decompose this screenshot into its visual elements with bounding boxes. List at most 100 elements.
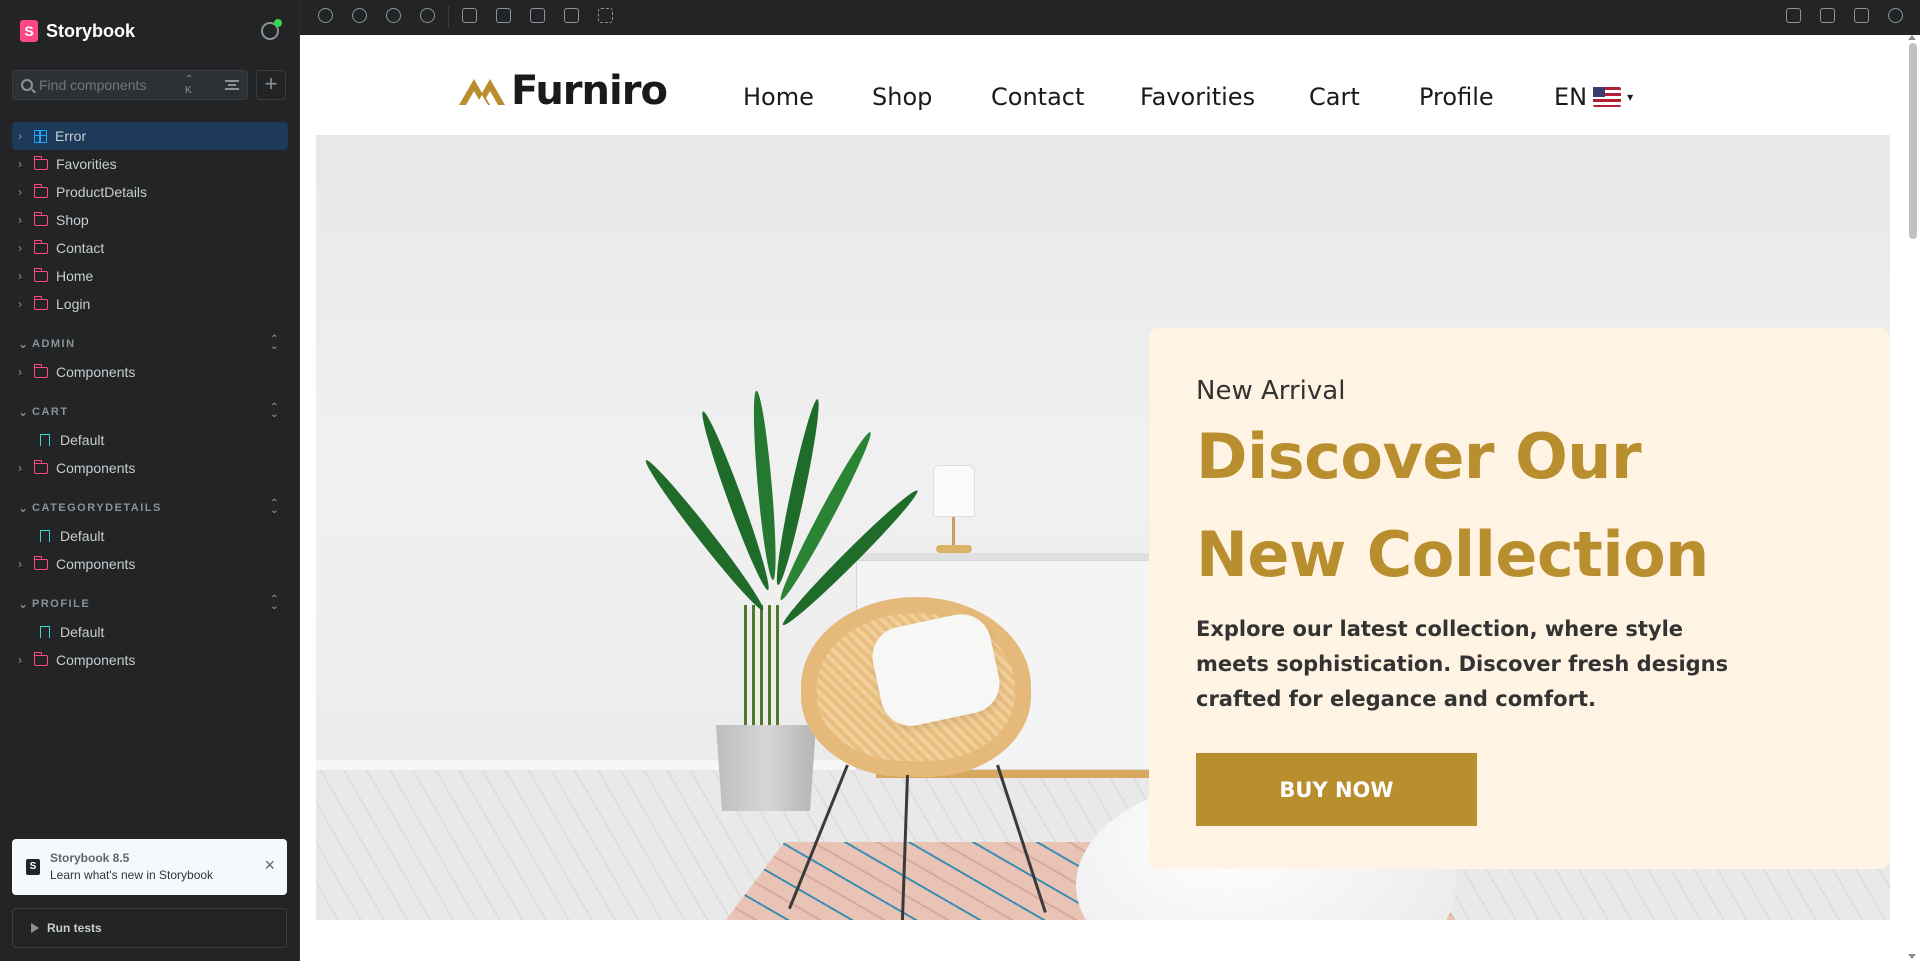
language-selector[interactable]: EN ▾ (1554, 83, 1633, 111)
tree-item-contact[interactable]: › Contact (12, 234, 288, 262)
nav-contact[interactable]: Contact (991, 83, 1084, 111)
zoom-reset-icon[interactable] (420, 8, 435, 23)
copy-link-icon[interactable] (1888, 8, 1903, 23)
tree-item-profile-components[interactable]: › Components (12, 646, 288, 674)
tree-item-shop[interactable]: › Shop (12, 206, 288, 234)
preview-scrollbar[interactable] (1906, 35, 1920, 961)
tree-item-categorydetails-default[interactable]: Default (12, 522, 288, 550)
scroll-down-icon[interactable] (1908, 954, 1916, 959)
tree-item-login[interactable]: › Login (12, 290, 288, 318)
grid-icon[interactable] (496, 8, 511, 23)
section-header-cart[interactable]: ⌄ CART ⌃ ⌄ (12, 398, 288, 426)
storybook-brand[interactable]: S Storybook (20, 20, 135, 42)
hero-card: New Arrival Discover Our New Collection … (1149, 328, 1890, 869)
folder-icon (34, 211, 48, 226)
tree-item-cart-default[interactable]: Default (12, 426, 288, 454)
bookmark-icon (40, 529, 50, 543)
viewport-icon[interactable] (530, 8, 545, 23)
chevron-right-icon[interactable]: › (18, 213, 32, 227)
lamp-stem-decor (952, 517, 955, 547)
search-input[interactable] (39, 77, 179, 93)
chevron-right-icon[interactable]: › (18, 241, 32, 255)
tree-item-label: Home (56, 268, 94, 284)
hero-title-line-2: New Collection (1196, 518, 1709, 591)
folder-icon (34, 267, 48, 282)
chevron-right-icon[interactable]: › (18, 557, 32, 571)
chevron-right-icon[interactable]: › (18, 185, 32, 199)
chevron-right-icon[interactable]: › (18, 157, 32, 171)
outline-icon[interactable] (598, 8, 613, 23)
chevron-right-icon[interactable]: › (18, 461, 32, 475)
tree-item-productdetails[interactable]: › ProductDetails (12, 178, 288, 206)
preview-canvas: Furniro Home Shop Contact Favorities Car… (300, 35, 1920, 961)
tree-item-admin-components[interactable]: › Components (12, 358, 288, 386)
expand-collapse-icon[interactable]: ⌃ ⌄ (270, 499, 280, 516)
tree-item-label: Contact (56, 240, 105, 256)
sidebar: S Storybook ⌃ K + › Error › Favorities ›… (0, 0, 300, 961)
tree-item-label: Error (55, 128, 87, 144)
tree-item-label: Login (56, 296, 91, 312)
chevron-right-icon[interactable]: › (18, 365, 32, 379)
close-icon[interactable]: × (264, 855, 275, 876)
tree-item-home[interactable]: › Home (12, 262, 288, 290)
section-header-categorydetails[interactable]: ⌄ CATEGORYDETAILS ⌃ ⌄ (12, 494, 288, 522)
plant-pot-decor (716, 725, 816, 811)
tree-item-error[interactable]: › Error (12, 122, 288, 150)
nav-favorities[interactable]: Favorities (1140, 83, 1255, 111)
bookmark-icon (40, 625, 50, 639)
nav-cart[interactable]: Cart (1309, 83, 1360, 111)
measure-icon[interactable] (564, 8, 579, 23)
component-icon (34, 129, 47, 143)
background-icon[interactable] (462, 8, 477, 23)
nav-profile[interactable]: Profile (1419, 83, 1494, 111)
scroll-thumb[interactable] (1909, 43, 1917, 239)
storybook-logo-icon: S (20, 20, 38, 42)
tree-item-favorities[interactable]: › Favorities (12, 150, 288, 178)
scroll-up-icon[interactable] (1908, 35, 1916, 40)
chevron-down-icon: ⌄ (18, 337, 30, 351)
expand-collapse-icon[interactable]: ⌃ ⌄ (270, 335, 280, 352)
open-new-tab-icon[interactable] (1854, 8, 1869, 23)
fullscreen-icon[interactable] (1820, 8, 1835, 23)
zoom-out-icon[interactable] (386, 8, 401, 23)
search-box[interactable]: ⌃ K (12, 70, 248, 100)
folder-icon (34, 651, 48, 666)
storybook-icon: S (26, 859, 40, 875)
lamp-shade-decor (933, 465, 975, 517)
section-header-admin[interactable]: ⌄ ADMIN ⌃ ⌄ (12, 330, 288, 358)
folder-icon (34, 183, 48, 198)
whats-new-notification[interactable]: S Storybook 8.5 Learn what's new in Stor… (12, 839, 287, 895)
zoom-in-icon[interactable] (352, 8, 367, 23)
folder-icon (34, 295, 48, 310)
reload-icon[interactable] (318, 8, 333, 23)
tree-item-label: Components (56, 460, 136, 476)
hero-description: Explore our latest collection, where sty… (1196, 617, 1729, 711)
lamp-base-decor (936, 545, 972, 553)
addons-panel-icon[interactable] (1786, 8, 1801, 23)
chevron-right-icon[interactable]: › (18, 653, 32, 667)
settings-icon[interactable] (261, 19, 282, 40)
tree-item-label: Components (56, 364, 136, 380)
section-title: CATEGORYDETAILS (32, 502, 162, 514)
tree-item-label: Default (60, 432, 105, 448)
nav-shop[interactable]: Shop (872, 83, 932, 111)
buy-now-button[interactable]: BUY NOW (1196, 753, 1477, 826)
furniro-logo[interactable]: Furniro (457, 68, 668, 114)
tree-item-categorydetails-components[interactable]: › Components (12, 550, 288, 578)
run-tests-button[interactable]: Run tests (12, 908, 287, 948)
chevron-right-icon[interactable]: › (18, 129, 32, 143)
tree-item-cart-components[interactable]: › Components (12, 454, 288, 482)
expand-collapse-icon[interactable]: ⌃ ⌄ (270, 595, 280, 612)
filter-icon[interactable] (225, 80, 239, 90)
section-header-profile[interactable]: ⌄ PROFILE ⌃ ⌄ (12, 590, 288, 618)
play-icon (31, 923, 39, 933)
expand-collapse-icon[interactable]: ⌃ ⌄ (270, 403, 280, 420)
us-flag-icon (1593, 87, 1622, 107)
chevron-right-icon[interactable]: › (18, 269, 32, 283)
folder-icon (34, 459, 48, 474)
chevron-right-icon[interactable]: › (18, 297, 32, 311)
add-button[interactable]: + (256, 70, 286, 100)
tree-item-profile-default[interactable]: Default (12, 618, 288, 646)
chevron-down-icon: ⌄ (18, 597, 30, 611)
nav-home[interactable]: Home (743, 83, 814, 111)
